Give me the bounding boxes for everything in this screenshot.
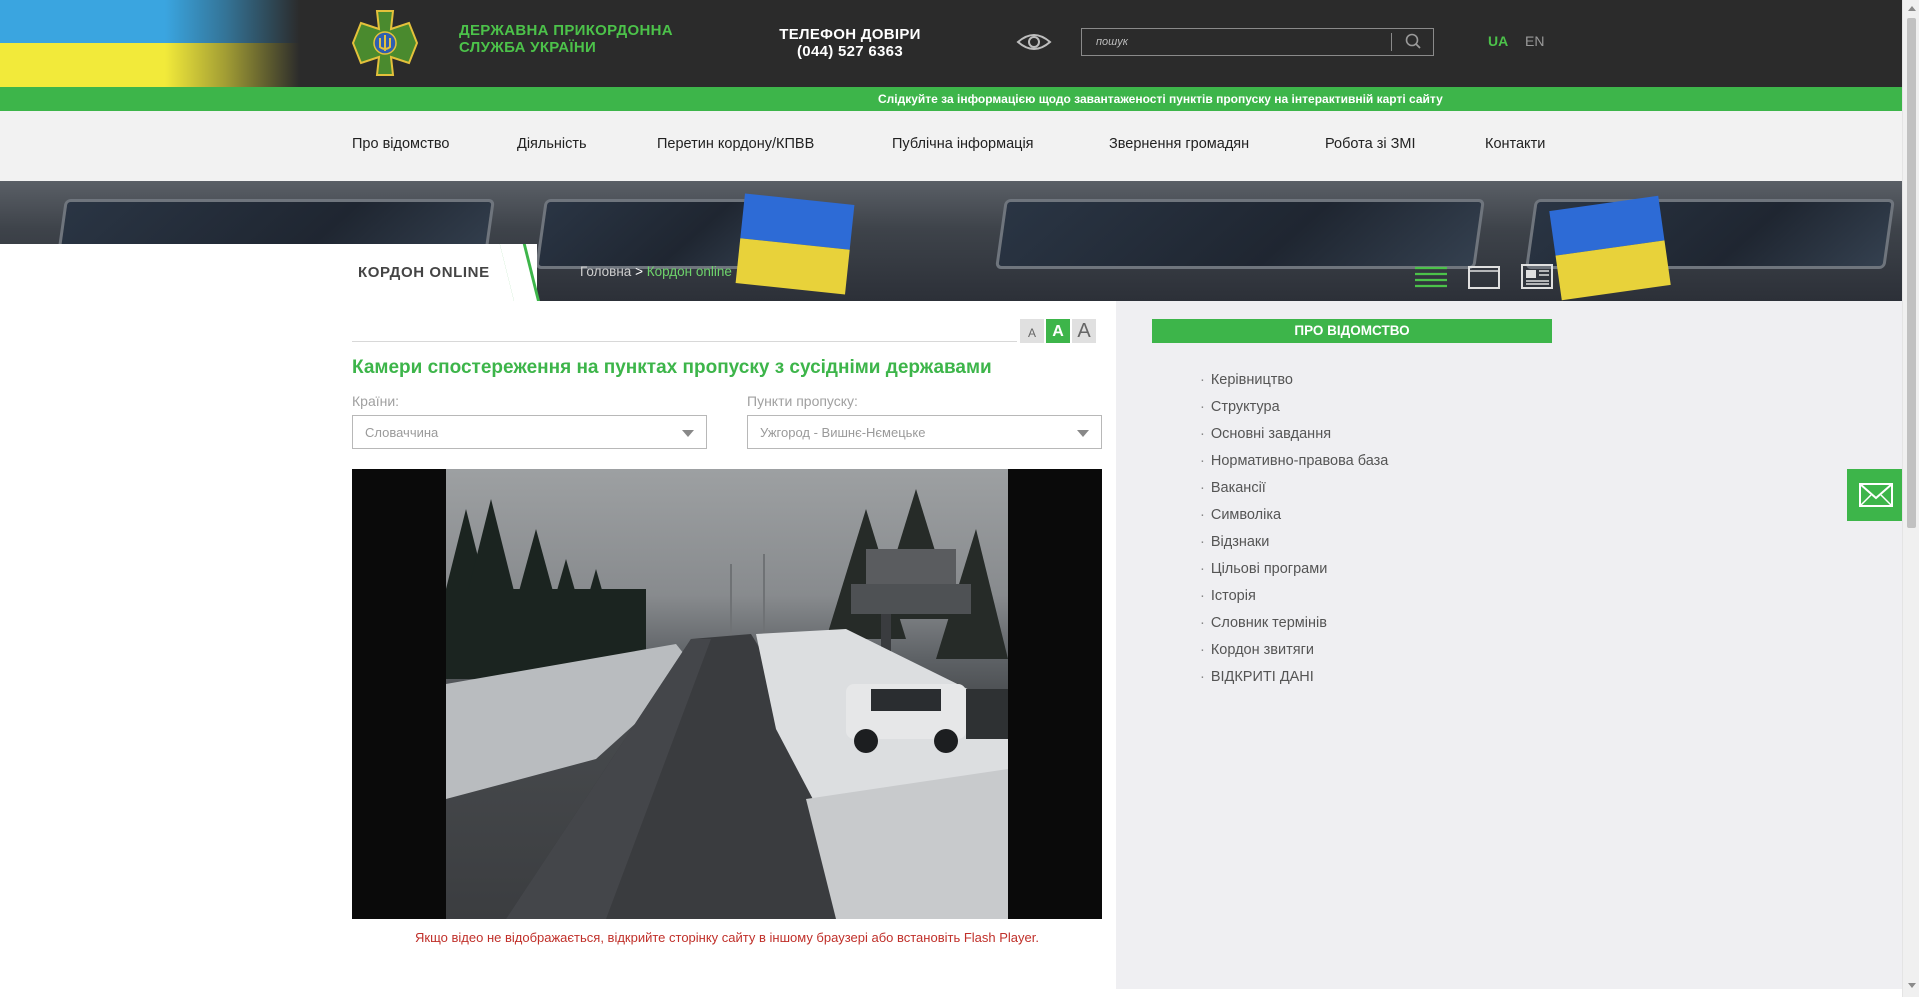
hotline-number: (044) 527 6363: [797, 43, 903, 60]
checkpoints-label: Пункти пропуску:: [747, 393, 858, 409]
content-divider: [352, 341, 1017, 342]
sidebar-item-history[interactable]: · Історія: [1200, 588, 1388, 615]
chevron-down-icon: [682, 430, 694, 437]
info-strip: Слідкуйте за інформацією щодо завантажен…: [0, 87, 1902, 111]
lang-en-link[interactable]: EN: [1525, 33, 1544, 49]
sidebar-item-border-valor[interactable]: · Кордон звитяги: [1200, 642, 1388, 669]
sidebar-title: ПРО ВІДОМСТВО: [1152, 319, 1552, 343]
sidebar-item-label: Цільові програми: [1210, 561, 1328, 577]
lang-ua-link[interactable]: UA: [1488, 33, 1508, 49]
scrollbar-thumb[interactable]: [1907, 18, 1916, 528]
search-input[interactable]: [1082, 29, 1392, 55]
nav-item-media[interactable]: Робота зі ЗМІ: [1325, 136, 1415, 152]
banner-flag: [1549, 195, 1671, 301]
countries-label: Країни:: [352, 393, 400, 409]
sidebar-item-label: Кордон звитяги: [1210, 642, 1314, 658]
news-view-icon[interactable]: [1520, 262, 1554, 290]
breadcrumb-separator: >: [635, 264, 643, 279]
sidebar-item-main-tasks[interactable]: · Основні завдання: [1200, 426, 1388, 453]
interactive-map-notice-link[interactable]: Слідкуйте за інформацією щодо завантажен…: [878, 92, 1443, 106]
scroll-up-arrow-icon[interactable]: [1908, 6, 1916, 11]
feedback-mail-button[interactable]: [1847, 469, 1904, 521]
sidebar-item-label: Відзнаки: [1210, 534, 1270, 550]
tile-view-icon[interactable]: [1467, 262, 1501, 290]
breadcrumb-current: Кордон online: [646, 264, 732, 279]
checkpoints-select-value: Ужгород - Вишнє-Нємецьке: [760, 425, 926, 440]
nav-item-public-info[interactable]: Публічна інформація: [892, 136, 1034, 152]
checkpoint-camera-image: [446, 489, 1008, 919]
flash-player-warning: Якщо відео не відображається, відкрийте …: [415, 930, 1039, 945]
sidebar-item-target-programs[interactable]: · Цільові програми: [1200, 561, 1388, 588]
site-header: ДЕРЖАВНА ПРИКОРДОННА СЛУЖБА УКРАЇНИ ТЕЛЕ…: [0, 0, 1902, 87]
search-box: [1081, 28, 1434, 56]
chevron-down-icon: [1077, 430, 1089, 437]
sidebar-item-open-data[interactable]: · ВІДКРИТІ ДАНІ: [1200, 669, 1388, 696]
camera-video-player[interactable]: [352, 469, 1102, 919]
countries-select-value: Словаччина: [365, 425, 439, 440]
sidebar-item-leadership[interactable]: · Керівництво: [1200, 372, 1388, 399]
trident-cross-emblem-icon[interactable]: [351, 9, 419, 77]
sidebar-item-structure[interactable]: · Структура: [1200, 399, 1388, 426]
countries-select[interactable]: Словаччина: [352, 415, 707, 449]
org-name-line1: ДЕРЖАВНА ПРИКОРДОННА: [459, 22, 673, 39]
font-size-medium-button[interactable]: A: [1046, 319, 1070, 343]
ukraine-flag-decoration: [0, 0, 300, 87]
breadcrumb: Головна > Кордон online: [580, 264, 732, 279]
camera-frame: [446, 469, 1008, 919]
nav-item-citizen-appeals[interactable]: Звернення громадян: [1109, 136, 1249, 152]
nav-item-border-crossing[interactable]: Перетин кордону/КПВВ: [657, 136, 814, 152]
search-divider: [1391, 33, 1392, 51]
page-scrollbar[interactable]: [1902, 0, 1919, 997]
sidebar-item-label: ВІДКРИТІ ДАНІ: [1210, 669, 1314, 685]
sidebar-item-label: Нормативно-правова база: [1210, 453, 1389, 469]
checkpoints-select[interactable]: Ужгород - Вишнє-Нємецьке: [747, 415, 1102, 449]
sidebar-item-label: Словник термінів: [1210, 615, 1327, 631]
section-title: КОРДОН ONLINE: [358, 264, 490, 281]
font-size-large-button[interactable]: A: [1072, 319, 1096, 343]
hotline: ТЕЛЕФОН ДОВІРИ (044) 527 6363: [760, 26, 940, 60]
sidebar-item-label: Керівництво: [1210, 372, 1294, 388]
sidebar-item-label: Основні завдання: [1210, 426, 1332, 442]
envelope-icon: [1859, 483, 1893, 507]
page-title: Камери спостереження на пунктах пропуску…: [352, 357, 992, 378]
nav-item-about[interactable]: Про відомство: [352, 136, 450, 152]
search-icon[interactable]: [1393, 29, 1433, 55]
org-name-line2: СЛУЖБА УКРАЇНИ: [459, 39, 597, 56]
font-size-small-button[interactable]: A: [1020, 319, 1044, 343]
organization-name[interactable]: ДЕРЖАВНА ПРИКОРДОННА СЛУЖБА УКРАЇНИ: [459, 22, 709, 56]
sidebar-menu: · Керівництво · Структура · Основні завданн…: [1200, 372, 1388, 696]
list-view-icon[interactable]: [1414, 262, 1448, 290]
sidebar-item-glossary[interactable]: · Словник термінів: [1200, 615, 1388, 642]
sidebar-item-label: Символіка: [1210, 507, 1282, 523]
sidebar-item-label: Історія: [1210, 588, 1256, 604]
hotline-title: ТЕЛЕФОН ДОВІРИ: [779, 26, 921, 43]
sidebar-item-legal-base[interactable]: · Нормативно-правова база: [1200, 453, 1388, 480]
sidebar-item-symbols[interactable]: · Символіка: [1200, 507, 1388, 534]
breadcrumb-home[interactable]: Головна: [580, 264, 631, 279]
nav-item-activity[interactable]: Діяльність: [517, 136, 587, 152]
main-nav: Про відомство Діяльність Перетин кордону…: [0, 111, 1902, 181]
sidebar-item-awards[interactable]: · Відзнаки: [1200, 534, 1388, 561]
eye-icon[interactable]: [1016, 30, 1052, 54]
scroll-down-arrow-icon[interactable]: [1908, 983, 1916, 988]
sidebar-item-label: Вакансії: [1210, 480, 1266, 496]
sidebar-item-vacancies[interactable]: · Вакансії: [1200, 480, 1388, 507]
banner-flag: [735, 193, 855, 295]
sidebar-item-label: Структура: [1210, 399, 1280, 415]
nav-item-contacts[interactable]: Контакти: [1485, 136, 1545, 152]
